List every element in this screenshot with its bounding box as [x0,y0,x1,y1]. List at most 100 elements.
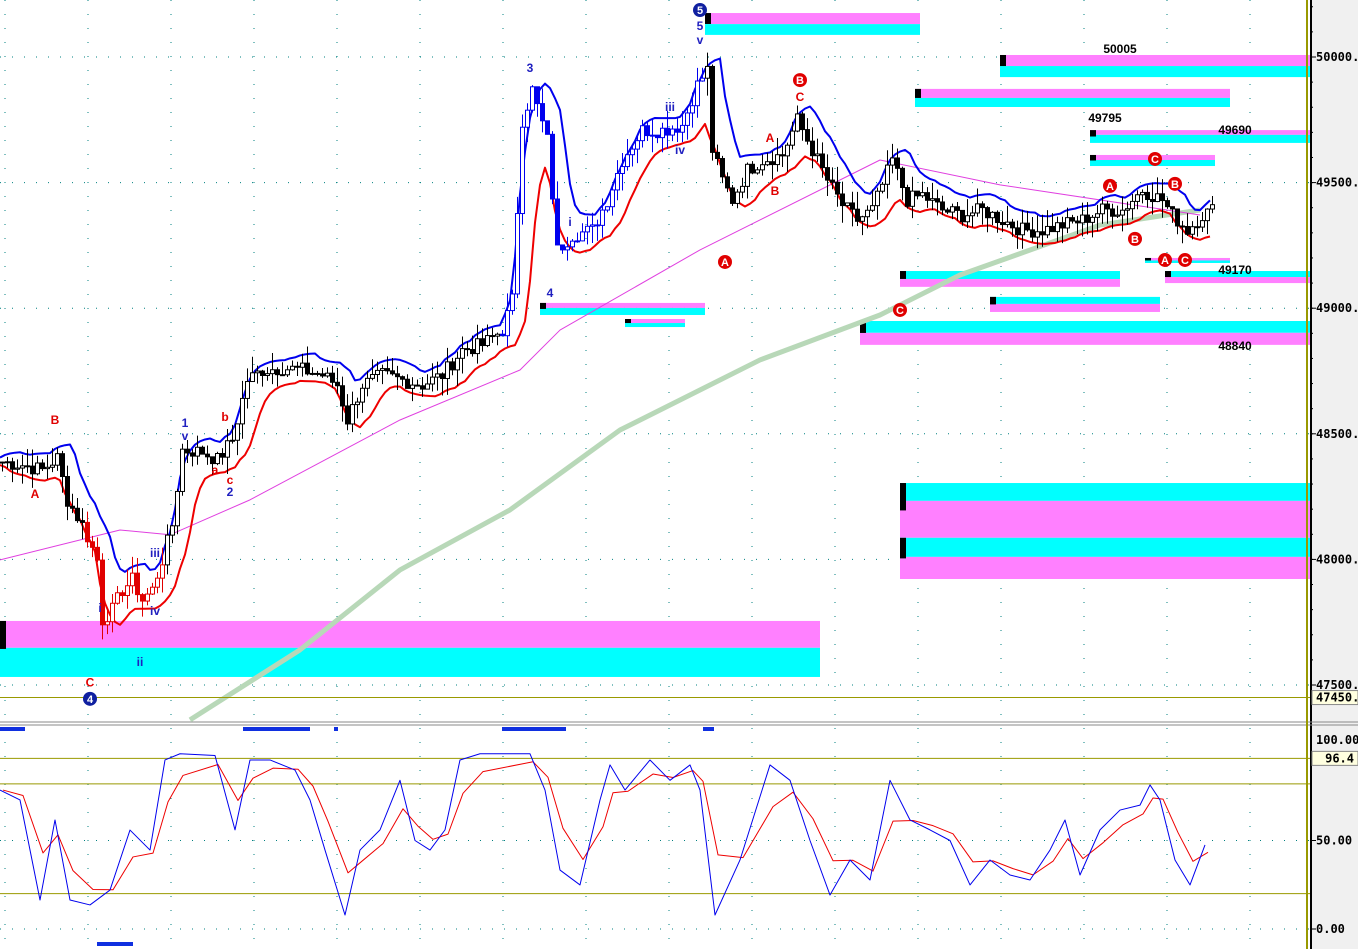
candle-body [480,338,485,347]
candle-body [355,401,360,406]
candle-body [655,134,660,139]
candle-body [690,105,695,114]
candle-body [840,193,845,207]
label-text: C [896,305,904,317]
candle-body [585,225,590,233]
candle-body [190,452,195,457]
wave-label: 4 [547,286,554,300]
candle-body [85,521,90,543]
candle-body [260,370,265,376]
candle-body [375,369,380,376]
zone-marker [705,13,711,24]
candle-body [930,198,935,201]
candle-body [855,208,860,222]
zone-marker [1145,257,1151,261]
price-tick-label: 50000. [1316,50,1358,64]
candle-body [395,373,400,378]
circled-wave-label: B [793,73,807,88]
candle-body [360,387,365,403]
candle-body [520,126,525,215]
candle-body [1020,222,1025,236]
candle-body [45,466,50,470]
candle-body [570,240,575,248]
candle-body [1060,222,1065,229]
candle-body [750,163,755,174]
candle-body [615,172,620,191]
candle-body [370,374,375,379]
candle-body [980,203,985,209]
candle-body [1055,222,1060,233]
circled-wave-label: B [1128,231,1142,246]
candle-body [100,559,105,626]
candle-body [1005,221,1010,226]
price-tick-label: 49000. [1316,301,1358,315]
candle-body [820,153,825,169]
candle-body [590,224,595,227]
candle-body [245,381,250,399]
candle-body [1000,222,1005,226]
zone-band-magenta [0,620,820,648]
candle-body [285,369,290,376]
candle-body [335,381,340,387]
candle-body [685,112,690,126]
candle-body [870,205,875,211]
candle-body [145,593,150,602]
zone-band-magenta [915,88,1230,98]
candle-body [465,348,470,351]
candle-body [1160,193,1165,202]
candle-body [625,154,630,168]
candle-body [815,153,820,157]
price-chart[interactable]: 35viiiivi41v2iiiiviiiBACbacABCBACABCBA C5… [0,0,1358,949]
candle-body [275,369,280,376]
candle-body [680,124,685,133]
zone-band-magenta [900,556,1310,579]
candle-body [405,378,410,389]
candle-body [880,183,885,192]
price-level-label: 48840 [1218,339,1252,353]
candle-body [1205,208,1210,222]
zone-band-magenta [1165,277,1310,284]
candle-body [720,158,725,178]
wave-label: v [697,33,704,47]
price-level-label: 49170 [1218,263,1252,277]
candle-body [950,206,955,213]
candle-body [845,202,850,207]
zone-band-cyan [990,296,1160,304]
candle-body [940,201,945,211]
circled-wave-label: C [893,302,907,317]
candle-body [1090,216,1095,223]
candle-body [310,372,315,375]
candle-body [1175,208,1180,227]
candle-body [195,446,200,457]
zone-band-magenta [1090,130,1310,135]
zone-marker [1000,54,1006,67]
candle-body [1180,225,1185,228]
zone-band-cyan [1000,66,1310,78]
candle-body [15,467,20,470]
candle-body [105,621,110,626]
candle-body [300,362,305,368]
zone-band-magenta [705,13,920,25]
candle-body [945,209,950,213]
candle-body [295,365,300,368]
candle-body [110,602,115,623]
candle-body [1080,214,1085,224]
candle-body [1105,203,1110,210]
zone-marker [1090,154,1096,161]
circled-wave-label: 4 [83,691,97,706]
candle-body [1045,225,1050,236]
candle-body [400,376,405,380]
candle-body [850,202,855,210]
price-level-label: 49795 [1088,111,1122,125]
label-text: A [1161,255,1169,267]
candle-body [470,349,475,355]
zone-band-cyan [625,323,685,328]
candle-body [140,594,145,602]
wave-label: 1 [182,416,189,430]
zone-band-cyan [0,647,820,677]
candle-body [130,572,135,587]
zone-marker [1165,271,1171,278]
wave-label: v [182,429,189,443]
circled-wave-label: C [1178,252,1192,267]
price-level-label: 50005 [1103,42,1137,56]
